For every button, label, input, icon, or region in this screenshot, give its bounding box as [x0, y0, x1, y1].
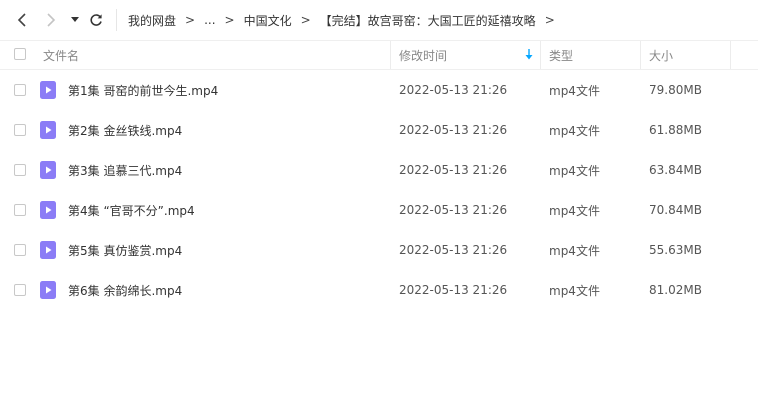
file-row[interactable]: 第1集 哥窑的前世今生.mp4 2022-05-13 21:26 mp4文件 7…	[0, 70, 758, 110]
row-checkbox[interactable]	[14, 124, 26, 136]
file-modified-time: 2022-05-13 21:26	[399, 283, 508, 297]
file-row[interactable]: 第4集 “官哥不分”.mp4 2022-05-13 21:26 mp4文件 70…	[0, 190, 758, 230]
file-type: mp4文件	[549, 163, 600, 178]
forward-button[interactable]	[41, 10, 61, 30]
breadcrumb-item-chinese-culture[interactable]: 中国文化	[244, 12, 292, 29]
file-modified-time: 2022-05-13 21:26	[399, 243, 508, 257]
video-file-icon	[40, 161, 56, 179]
column-header-name[interactable]: 文件名	[43, 41, 79, 69]
file-row[interactable]: 第2集 金丝铁线.mp4 2022-05-13 21:26 mp4文件 61.8…	[0, 110, 758, 150]
select-all-checkbox[interactable]	[14, 48, 26, 60]
column-divider[interactable]	[640, 41, 641, 69]
row-checkbox[interactable]	[14, 284, 26, 296]
file-name[interactable]: 第2集 金丝铁线.mp4	[68, 110, 182, 150]
file-size: 55.63MB	[649, 243, 702, 257]
file-name[interactable]: 第6集 余韵绵长.mp4	[68, 270, 182, 310]
file-type: mp4文件	[549, 243, 600, 258]
file-modified-time: 2022-05-13 21:26	[399, 203, 508, 217]
chevron-right-icon	[47, 13, 56, 27]
file-size: 79.80MB	[649, 83, 702, 97]
breadcrumb-item-my-drive[interactable]: 我的网盘	[128, 12, 176, 29]
video-file-icon	[40, 201, 56, 219]
file-size: 81.02MB	[649, 283, 702, 297]
history-dropdown-button[interactable]	[66, 10, 84, 30]
breadcrumb-separator: >	[224, 13, 235, 27]
column-header-size[interactable]: 大小	[649, 41, 673, 69]
refresh-icon	[90, 14, 102, 26]
file-row[interactable]: 第5集 真仿鉴赏.mp4 2022-05-13 21:26 mp4文件 55.6…	[0, 230, 758, 270]
breadcrumb-item-current-folder[interactable]: 【完结】故宫哥窑：大国工匠的延禧攻略	[320, 12, 536, 29]
video-file-icon	[40, 281, 56, 299]
file-list-header: 文件名 修改时间 类型 大小	[0, 40, 758, 70]
file-size: 63.84MB	[649, 163, 702, 177]
toolbar: 我的网盘 > ... > 中国文化 > 【完结】故宫哥窑：大国工匠的延禧攻略 >	[0, 0, 758, 40]
file-name[interactable]: 第3集 追慕三代.mp4	[68, 150, 182, 190]
breadcrumb-separator: >	[544, 13, 555, 27]
row-checkbox[interactable]	[14, 84, 26, 96]
video-file-icon	[40, 241, 56, 259]
file-name[interactable]: 第5集 真仿鉴赏.mp4	[68, 230, 182, 270]
file-name[interactable]: 第4集 “官哥不分”.mp4	[68, 190, 195, 230]
row-checkbox[interactable]	[14, 164, 26, 176]
breadcrumb: 我的网盘 > ... > 中国文化 > 【完结】故宫哥窑：大国工匠的延禧攻略 >	[128, 0, 564, 40]
file-size: 70.84MB	[649, 203, 702, 217]
caret-down-icon	[71, 17, 79, 22]
file-modified-time: 2022-05-13 21:26	[399, 83, 508, 97]
row-checkbox[interactable]	[14, 204, 26, 216]
file-modified-time: 2022-05-13 21:26	[399, 163, 508, 177]
video-file-icon	[40, 81, 56, 99]
file-type: mp4文件	[549, 283, 600, 298]
toolbar-divider	[116, 9, 117, 31]
file-name[interactable]: 第1集 哥窑的前世今生.mp4	[68, 70, 218, 110]
file-row[interactable]: 第3集 追慕三代.mp4 2022-05-13 21:26 mp4文件 63.8…	[0, 150, 758, 190]
file-size: 61.88MB	[649, 123, 702, 137]
file-type: mp4文件	[549, 83, 600, 98]
column-header-type[interactable]: 类型	[549, 41, 573, 69]
breadcrumb-separator: >	[185, 13, 196, 27]
file-row[interactable]: 第6集 余韵绵长.mp4 2022-05-13 21:26 mp4文件 81.0…	[0, 270, 758, 310]
file-modified-time: 2022-05-13 21:26	[399, 123, 508, 137]
breadcrumb-separator: >	[300, 13, 311, 27]
column-divider[interactable]	[390, 41, 391, 69]
file-type: mp4文件	[549, 203, 600, 218]
back-button[interactable]	[12, 10, 32, 30]
row-checkbox[interactable]	[14, 244, 26, 256]
file-type: mp4文件	[549, 123, 600, 138]
column-divider[interactable]	[730, 41, 731, 69]
chevron-left-icon	[17, 13, 26, 27]
column-header-modified[interactable]: 修改时间	[399, 41, 447, 69]
video-file-icon	[40, 121, 56, 139]
breadcrumb-item-ellipsis[interactable]: ...	[204, 13, 215, 27]
sort-down-arrow-icon[interactable]	[524, 49, 534, 61]
refresh-button[interactable]	[86, 10, 106, 30]
column-divider[interactable]	[540, 41, 541, 69]
